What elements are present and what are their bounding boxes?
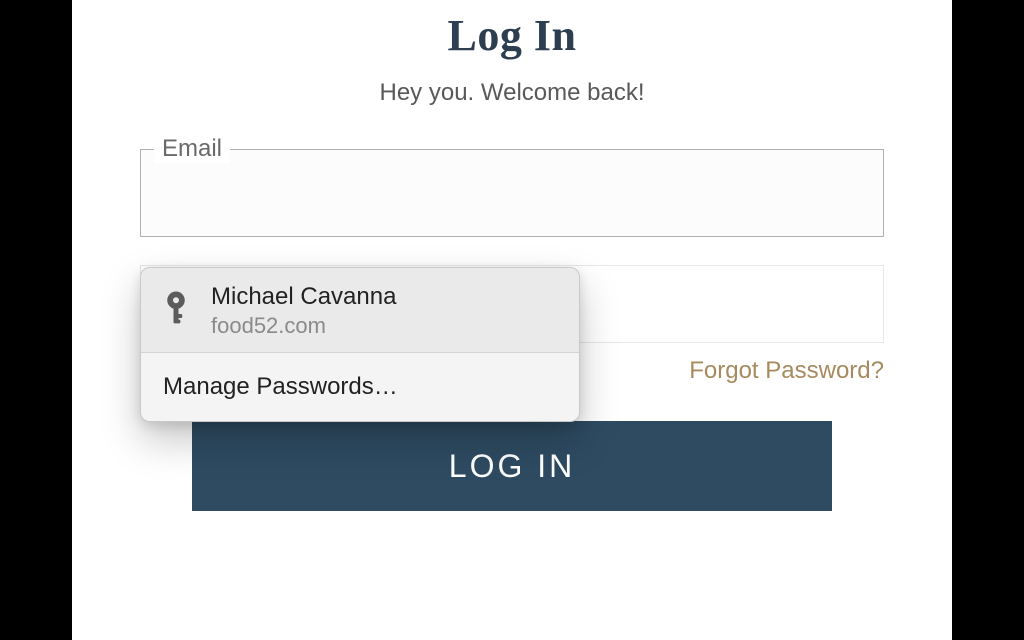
page-subtitle: Hey you. Welcome back!: [72, 79, 952, 107]
page-title: Log In: [72, 10, 952, 61]
email-label: Email: [154, 135, 230, 163]
login-page: Log In Hey you. Welcome back! Email Forg…: [72, 0, 952, 640]
suggestion-site: food52.com: [211, 312, 396, 340]
password-suggestion-row[interactable]: Michael Cavanna food52.com: [141, 268, 579, 353]
manage-passwords-row[interactable]: Manage Passwords…: [141, 353, 579, 421]
login-button[interactable]: LOG IN: [192, 421, 832, 511]
email-input[interactable]: [140, 149, 884, 237]
suggestion-name: Michael Cavanna: [211, 282, 396, 312]
key-icon: [161, 290, 195, 332]
email-field-wrap: Email: [140, 149, 884, 237]
login-form: Email Forgot Password? Michael Cava: [140, 149, 884, 385]
password-suggestion-text: Michael Cavanna food52.com: [211, 282, 396, 340]
password-manager-popover: Michael Cavanna food52.com Manage Passwo…: [140, 267, 580, 422]
